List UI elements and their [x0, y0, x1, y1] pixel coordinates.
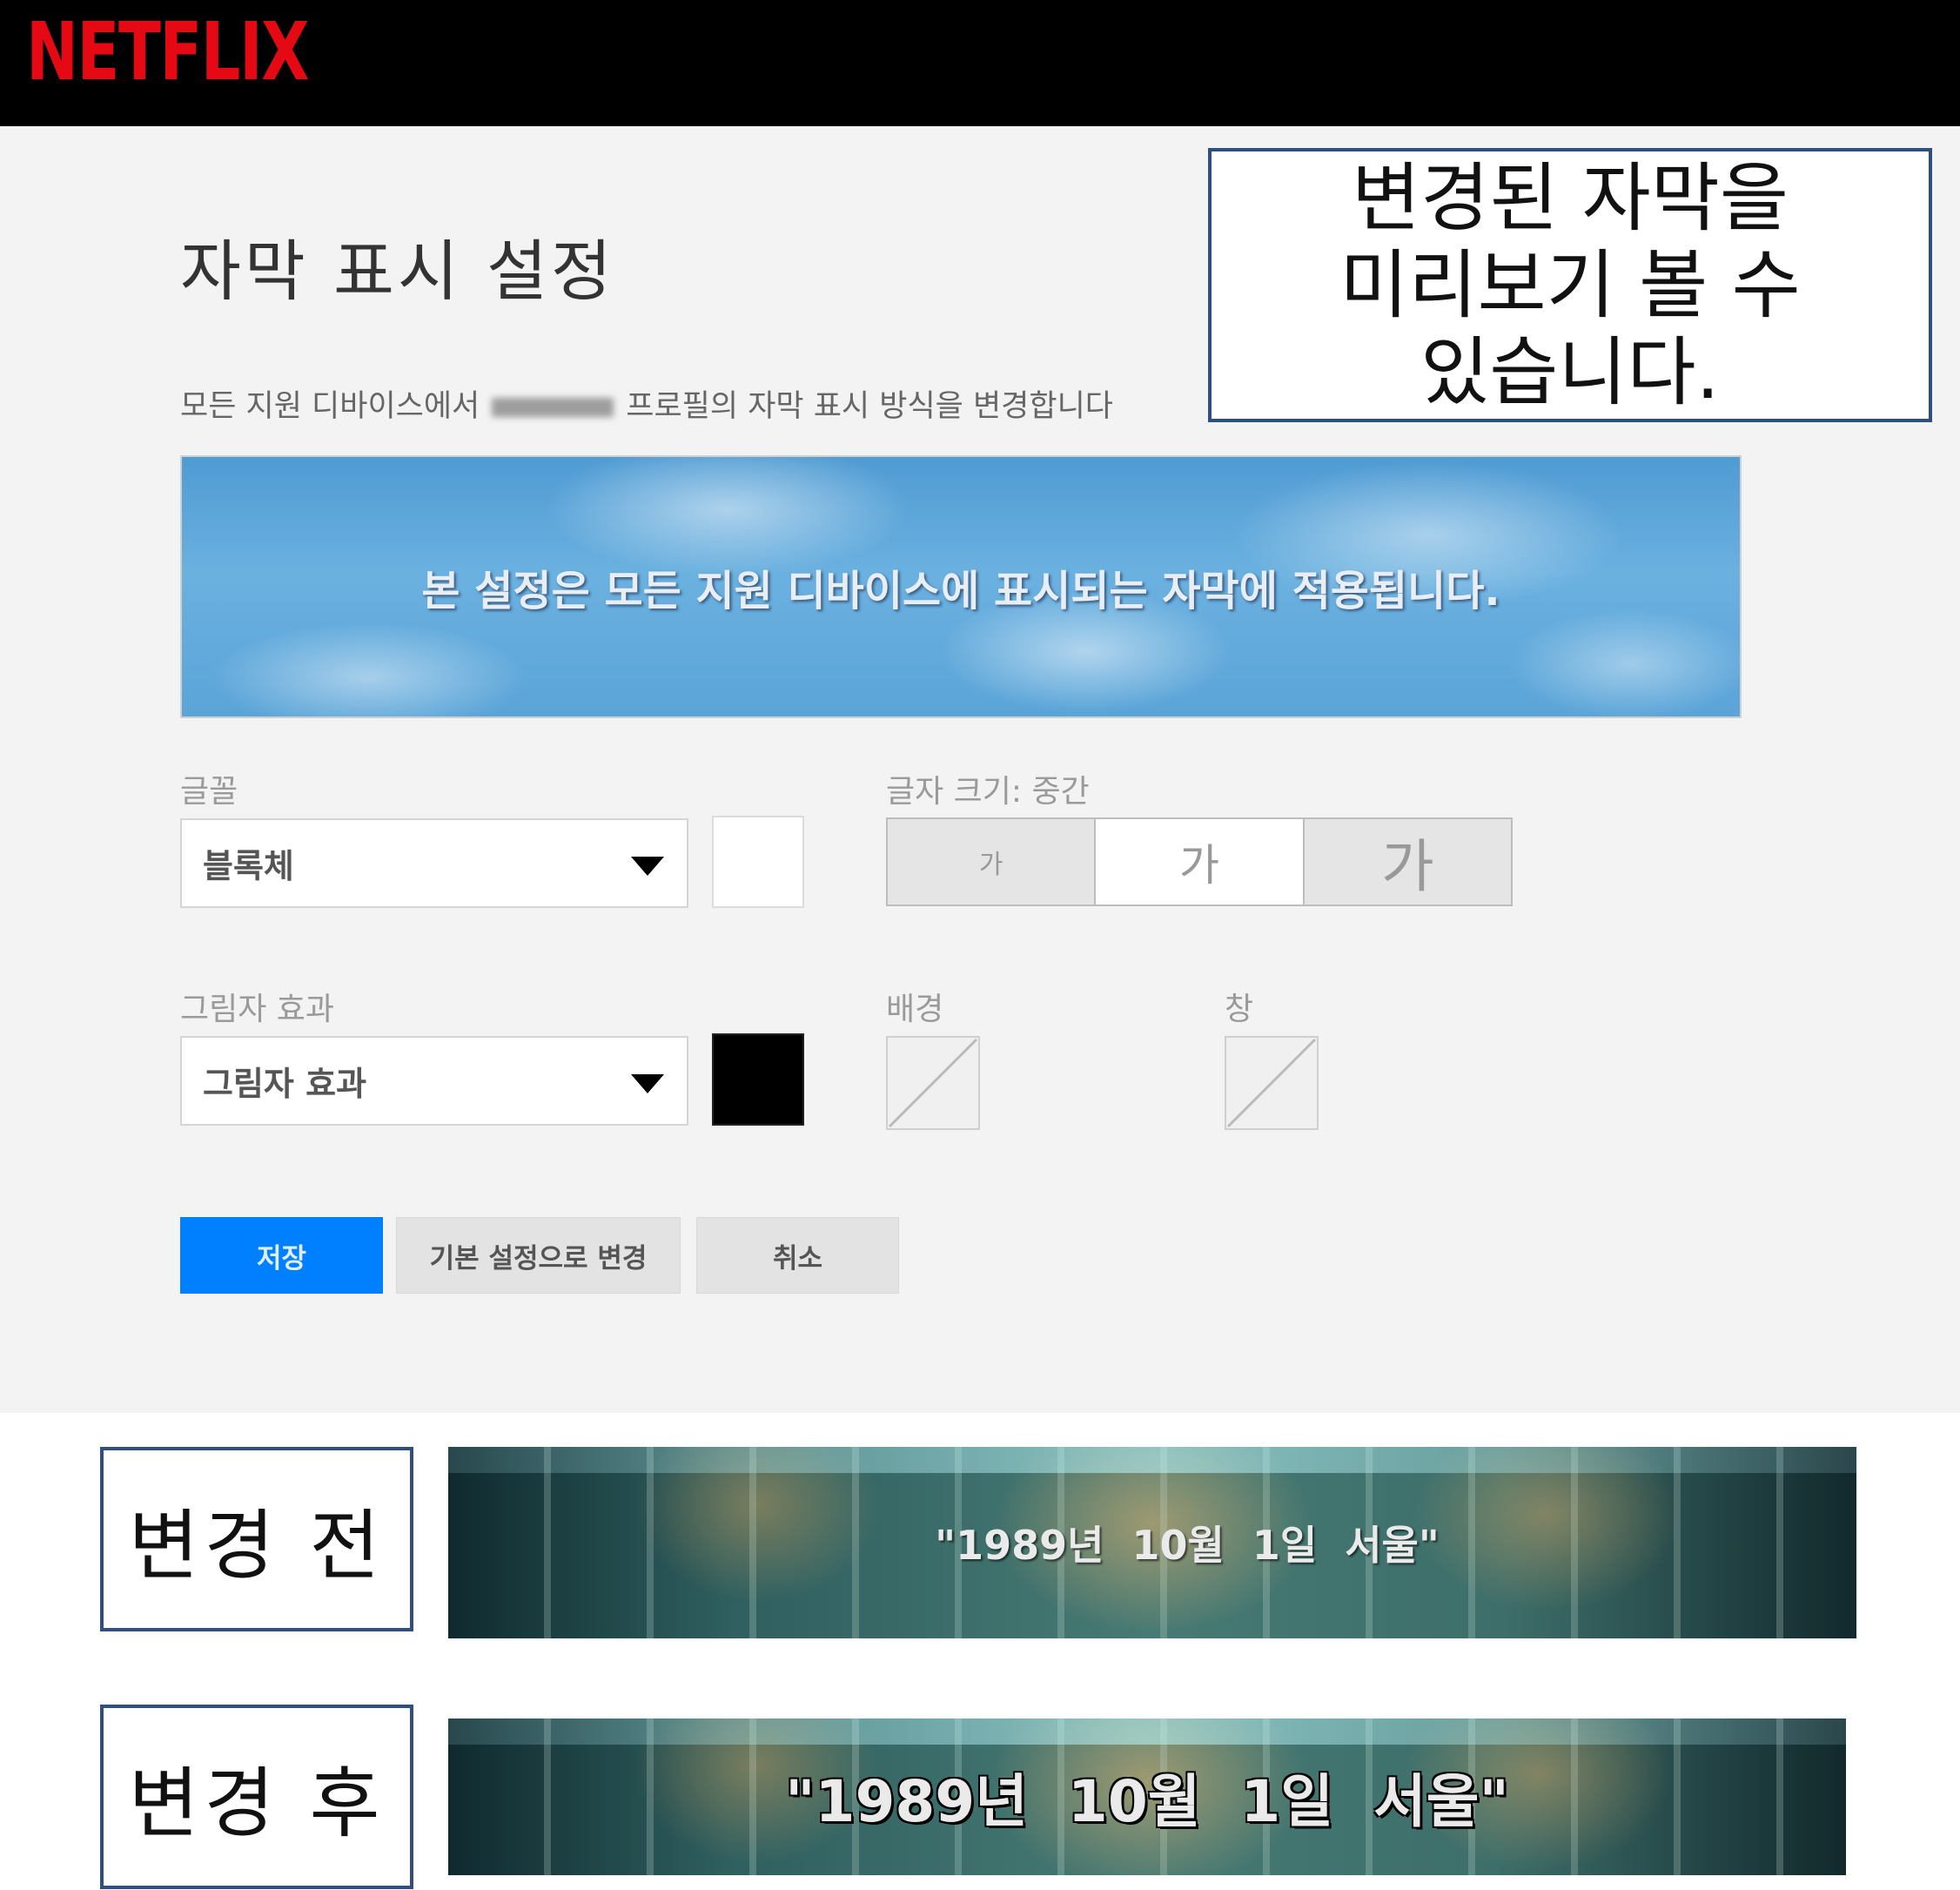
font-select[interactable]: 블록체: [180, 818, 688, 908]
shadow-select-value: 그림자 효과: [203, 1065, 367, 1103]
dropdown-arrow-icon: [631, 857, 664, 876]
ceiling-light: [448, 1447, 1856, 1473]
subtitle-after-screenshot: "1989년 10월 1일 서울": [448, 1718, 1846, 1875]
redacted-profile-name: [492, 398, 614, 417]
description-text-start: 모든 지원 디바이스에서: [180, 389, 480, 424]
cancel-button[interactable]: 취소: [696, 1217, 899, 1294]
subtitle-preview: 본 설정은 모든 지원 디바이스에 표시되는 자막에 적용됩니다.: [180, 455, 1742, 718]
font-select-value: 블록체: [203, 847, 294, 885]
subtitle-before-text: "1989년 10월 1일 서울": [935, 1522, 1440, 1569]
subtitle-after-text: "1989년 10월 1일 서울": [785, 1768, 1509, 1835]
netflix-logo[interactable]: NETFLIX: [26, 5, 309, 98]
size-large-button[interactable]: 가: [1302, 819, 1511, 905]
annotation-callout: 변경된 자막을 미리보기 볼 수 있습니다.: [1208, 148, 1932, 422]
shadow-select[interactable]: 그림자 효과: [180, 1036, 688, 1126]
none-color-icon: [1226, 1038, 1317, 1128]
shadow-label: 그림자 효과: [180, 992, 335, 1027]
none-color-icon: [888, 1038, 978, 1128]
preview-text: 본 설정은 모든 지원 디바이스에 표시되는 자막에 적용됩니다.: [421, 567, 1500, 615]
window-label: 창: [1225, 992, 1254, 1027]
page-description: 모든 지원 디바이스에서 프로필의 자막 표시 방식을 변경합니다: [180, 381, 1113, 426]
top-bar: NETFLIX: [0, 0, 1960, 126]
font-size-selector: 가 가 가: [886, 817, 1513, 906]
page-title: 자막 표시 설정: [180, 232, 615, 310]
font-color-swatch[interactable]: [712, 816, 804, 908]
background-color-swatch[interactable]: [886, 1036, 980, 1130]
shadow-color-swatch[interactable]: [712, 1033, 804, 1126]
description-text-end: 프로필의 자막 표시 방식을 변경합니다: [626, 389, 1113, 424]
background-label: 배경: [886, 992, 944, 1027]
after-label-box: 변경 후: [100, 1705, 413, 1889]
size-label: 글자 크기: 중간: [886, 774, 1090, 810]
font-label: 글꼴: [180, 774, 238, 810]
subtitle-before-screenshot: "1989년 10월 1일 서울": [448, 1447, 1856, 1638]
size-medium-button[interactable]: 가: [1094, 819, 1303, 905]
reset-defaults-button[interactable]: 기본 설정으로 변경: [396, 1217, 681, 1294]
ceiling-light: [448, 1718, 1846, 1745]
save-button[interactable]: 저장: [180, 1217, 383, 1294]
window-color-swatch[interactable]: [1225, 1036, 1319, 1130]
size-small-button[interactable]: 가: [888, 819, 1095, 905]
before-label-box: 변경 전: [100, 1447, 413, 1631]
dropdown-arrow-icon: [631, 1074, 664, 1093]
